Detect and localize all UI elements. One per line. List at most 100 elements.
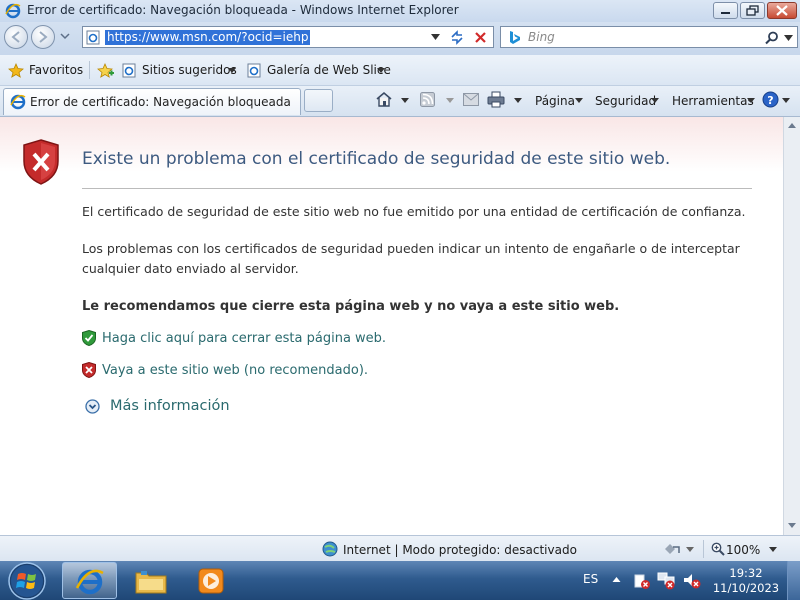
scroll-down-icon[interactable] [787,522,797,529]
scroll-up-icon[interactable] [787,122,797,129]
read-mail-icon[interactable] [463,93,479,106]
explanation-text-1: El certificado de seguridad de este siti… [82,204,746,219]
taskbar: ES 19:32 11/10/2023 [0,561,800,600]
suggested-sites-chevron-icon[interactable] [228,68,236,74]
page-menu[interactable]: Página [535,94,575,108]
continue-to-site-link[interactable]: Vaya a este sitio web (no recomendado). [102,363,368,378]
help-icon[interactable]: ? [762,91,779,108]
page-title: Existe un problema con el certificado de… [82,149,671,169]
show-hidden-icons-icon[interactable] [612,576,621,583]
add-to-favorites-icon[interactable] [97,63,115,79]
suggested-sites-link[interactable]: Sitios sugeridos [142,63,237,77]
network-icon[interactable] [657,571,677,590]
navigation-bar: https://www.msn.com/?ocid=iehp Bing [0,22,800,55]
folder-icon [135,571,167,594]
volume-muted-icon[interactable] [682,571,702,590]
minimize-icon [721,12,730,14]
back-arrow-icon [11,31,20,43]
title-bar[interactable]: Error de certificado: Navegación bloquea… [0,0,800,23]
close-button[interactable] [767,2,797,19]
taskbar-media-player-button[interactable] [184,562,239,599]
close-icon [776,5,788,16]
internet-globe-icon [322,541,338,557]
favorites-star-icon [8,63,24,78]
error-shield-icon [23,139,59,185]
security-zone-text[interactable]: Internet | Modo protegido: desactivado [343,543,577,557]
tab-active[interactable]: Error de certificado: Navegación bloquea… [3,88,301,115]
web-slice-chevron-icon[interactable] [377,68,385,74]
window-title: Error de certificado: Navegación bloquea… [27,3,459,17]
media-player-icon [198,568,224,594]
help-chevron-icon[interactable] [782,98,790,104]
tools-menu-chevron-icon[interactable] [747,98,755,104]
safety-menu-chevron-icon[interactable] [651,98,659,104]
back-button[interactable] [4,25,28,49]
more-info-link[interactable]: Más información [110,398,230,414]
taskbar-ie-button[interactable] [62,562,117,599]
system-clock[interactable]: 19:32 11/10/2023 [711,566,781,596]
vertical-scrollbar[interactable] [783,117,800,535]
explanation-text-2-line2: cualquier dato enviado al servidor. [82,261,299,276]
favorites-bar: Favoritos Sitios sugeridos Galería de We… [0,55,800,86]
restore-icon [746,5,759,16]
maximize-button[interactable] [740,2,765,19]
web-slice-gallery-icon [247,63,261,78]
status-bar: Internet | Modo protegido: desactivado 1… [0,535,800,562]
suggested-sites-icon [122,63,136,78]
show-desktop-button[interactable] [787,561,800,600]
home-icon[interactable] [375,91,393,108]
search-input[interactable]: Bing [528,30,555,44]
forward-button[interactable] [31,25,55,49]
new-tab-button[interactable] [304,89,333,112]
divider [82,188,752,189]
safety-menu[interactable]: Seguridad [595,94,656,108]
search-icon[interactable] [765,31,779,45]
compatibility-view-icon[interactable] [449,30,465,45]
action-center-icon[interactable] [633,572,651,590]
feeds-icon[interactable] [420,92,435,107]
explanation-text-2-line1: Los problemas con los certificados de se… [82,241,740,256]
recent-pages-chevron-icon[interactable] [60,33,70,41]
favorites-button[interactable]: Favoritos [29,63,83,77]
zoom-chevron-icon[interactable] [769,547,777,553]
minimize-button[interactable] [713,2,738,19]
address-dropdown-icon[interactable] [431,34,440,41]
tab-row: Error de certificado: Navegación bloquea… [0,86,800,117]
page-content: Existe un problema con el certificado de… [0,117,783,535]
bing-logo-icon [510,31,520,44]
home-chevron-icon[interactable] [401,98,409,104]
separator [89,61,90,79]
clock-time: 19:32 [729,566,763,580]
search-box[interactable]: Bing [500,26,798,48]
stop-icon[interactable] [474,31,487,44]
expand-chevron-icon[interactable] [85,399,100,414]
unsafe-shield-icon [82,362,96,378]
zoom-icon[interactable] [711,542,725,556]
taskbar-explorer-button[interactable] [124,562,179,599]
address-input[interactable]: https://www.msn.com/?ocid=iehp [105,30,311,45]
protected-mode-chevron-icon[interactable] [686,547,694,553]
clock-date: 11/10/2023 [712,581,780,595]
search-options-chevron-icon[interactable] [784,35,793,42]
recommendation-text: Le recomendamos que cierre esta página w… [82,299,620,314]
forward-arrow-icon [39,31,48,43]
separator [703,540,704,558]
web-slice-gallery-link[interactable]: Galería de Web Slice [267,63,391,77]
page-menu-chevron-icon[interactable] [575,98,583,104]
ie-logo-icon [5,3,21,19]
print-icon[interactable] [487,91,505,108]
zoom-level[interactable]: 100% [726,543,760,557]
ie-taskbar-icon [75,569,104,595]
start-button-icon[interactable] [5,561,49,600]
svg-text:?: ? [767,94,773,107]
language-indicator[interactable]: ES [583,572,598,586]
feeds-chevron-icon[interactable] [446,98,454,104]
tools-menu[interactable]: Herramientas [672,94,754,108]
page-icon [86,30,100,45]
print-chevron-icon[interactable] [514,98,522,104]
tab-title: Error de certificado: Navegación bloquea… [30,95,291,109]
safe-shield-icon [82,330,96,346]
protected-mode-icon[interactable] [662,541,682,557]
address-bar[interactable]: https://www.msn.com/?ocid=iehp [82,26,494,48]
close-page-link[interactable]: Haga clic aquí para cerrar esta página w… [102,331,386,346]
